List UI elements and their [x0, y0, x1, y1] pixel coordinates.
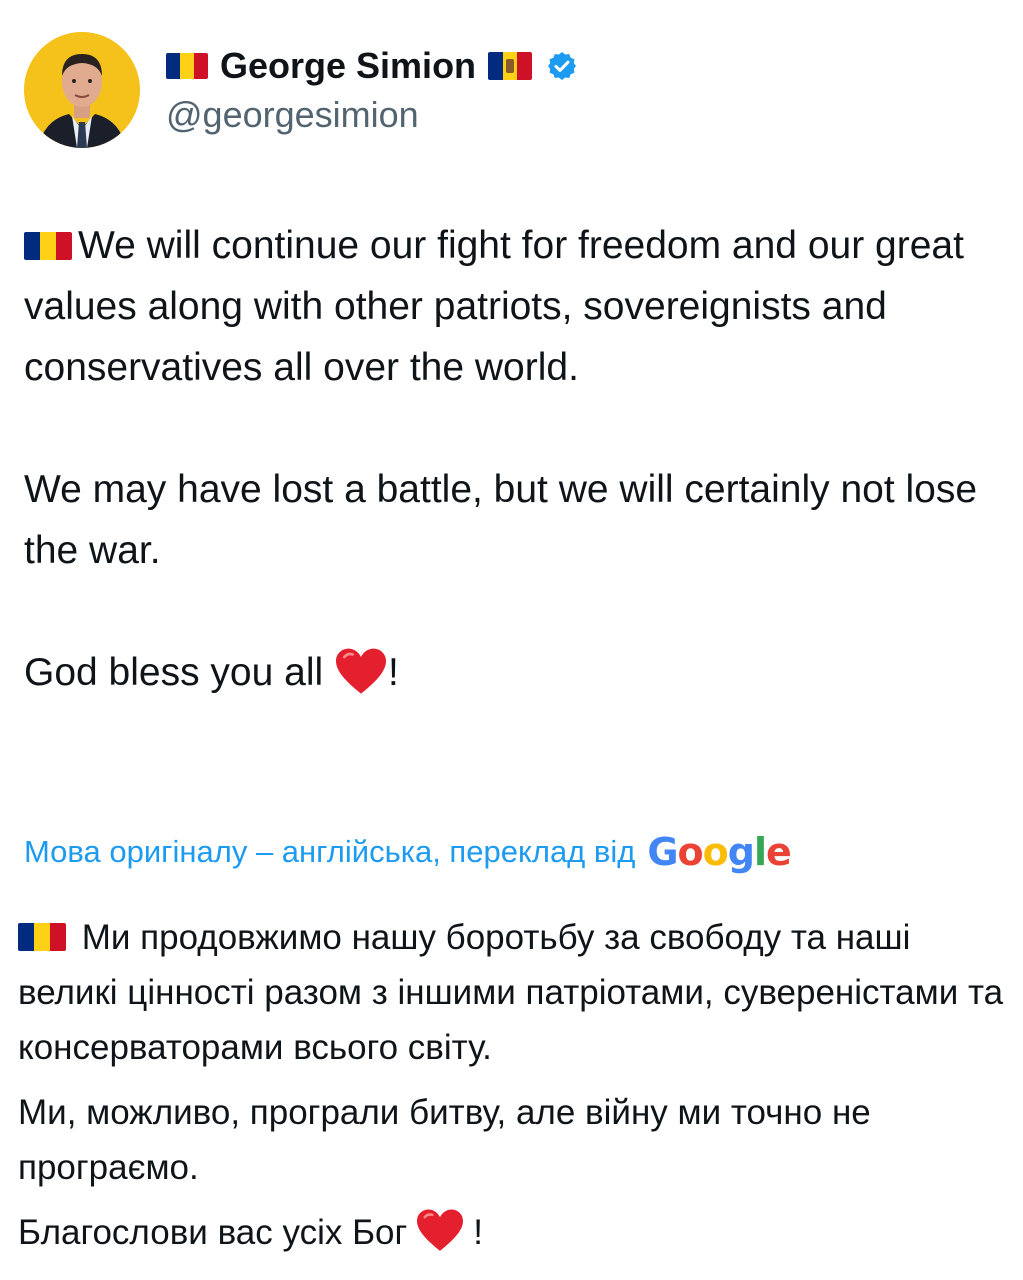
user-handle[interactable]: @georgesimion	[166, 94, 419, 136]
translated-paragraph-3: Благослови вас усіх Бог!	[18, 1205, 1008, 1260]
tweet-paragraph-1-text: We will continue our fight for freedom a…	[24, 224, 964, 389]
google-logo: Google	[647, 830, 791, 874]
tweet-paragraph-1: We will continue our fight for freedom a…	[24, 215, 1009, 398]
tweet-paragraph-3-end: !	[388, 651, 399, 694]
tweet-paragraph-2: We may have lost a battle, but we will c…	[24, 468, 978, 572]
romania-flag-icon	[18, 923, 66, 951]
tweet-paragraph-3: God bless you all !	[24, 642, 1009, 703]
verified-badge-icon[interactable]	[546, 50, 578, 82]
profile-photo-avatar	[24, 32, 140, 148]
moldova-flag-icon	[488, 52, 533, 80]
display-name[interactable]: George Simion	[220, 45, 476, 87]
translation-label[interactable]: Мова оригіналу – англійська, переклад ві…	[24, 834, 635, 870]
red-heart-icon	[417, 1209, 464, 1251]
translation-attribution[interactable]: Мова оригіналу – англійська, переклад ві…	[24, 826, 792, 878]
translated-paragraph-2: Ми, можливо, програли битву, але війну м…	[18, 1093, 871, 1187]
name-row: George Simion	[166, 44, 578, 88]
translated-paragraph-1: Ми продовжимо нашу боротьбу за свободу т…	[18, 910, 1008, 1075]
translated-paragraph-3-start: Благослови вас усіх Бог	[18, 1213, 408, 1252]
romania-flag-icon	[24, 232, 72, 260]
translated-body: Ми продовжимо нашу боротьбу за свободу т…	[18, 910, 1008, 1260]
tweet-paragraph-3-start: God bless you all	[24, 651, 335, 694]
tweet-header: George Simion @georgesimion	[24, 32, 1004, 152]
avatar[interactable]	[24, 32, 140, 148]
red-heart-icon	[336, 648, 387, 694]
romania-flag-icon	[166, 53, 208, 79]
translated-paragraph-3-end: !	[473, 1213, 484, 1252]
translated-paragraph-1-text: Ми продовжимо нашу боротьбу за свободу т…	[18, 918, 1004, 1067]
tweet-body: We will continue our fight for freedom a…	[24, 215, 1009, 703]
